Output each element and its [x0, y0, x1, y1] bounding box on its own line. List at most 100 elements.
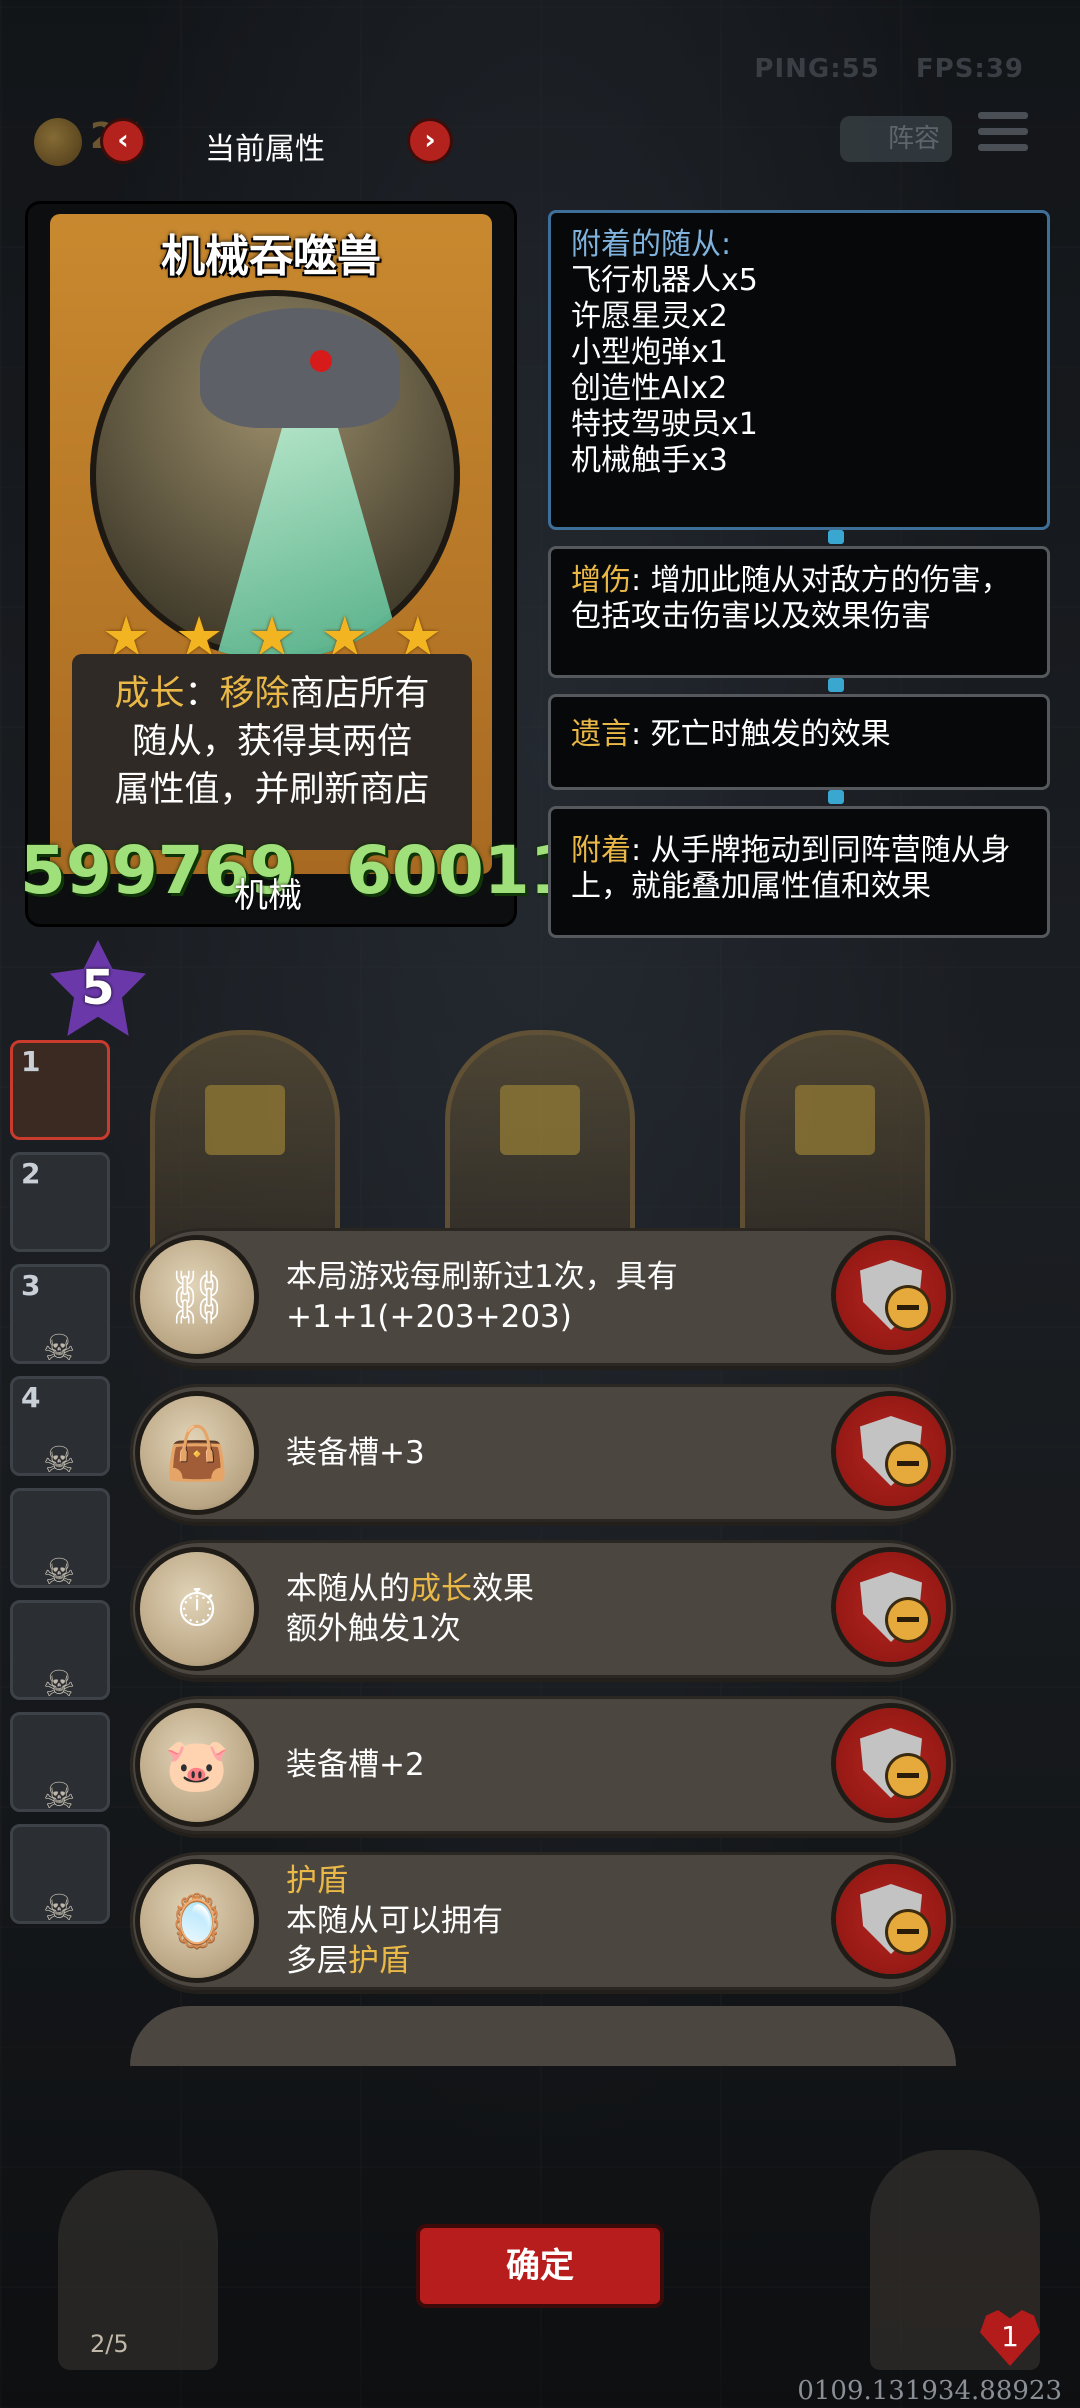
tier-slot[interactable]: ☠ [10, 1712, 110, 1817]
skull-icon: ☠ [43, 1552, 76, 1593]
unequip-button[interactable] [836, 1552, 946, 1662]
bag-icon: 👜 [140, 1396, 254, 1510]
ping-readout: PING:55 [754, 54, 880, 84]
keyword-name: 增伤 [571, 563, 631, 598]
unequip-button[interactable] [836, 1240, 946, 1350]
skull-icon: ☠ [43, 1776, 76, 1817]
mirror-icon: 🪞 [140, 1864, 254, 1978]
keyword-name: 遗言 [571, 717, 631, 752]
keyword-growth: 成长 [410, 1571, 472, 1607]
hero-health: 1 [1001, 2320, 1019, 2353]
equipment-text: 装备槽+2 [286, 1747, 425, 1783]
panel-title: 当前属性 [205, 132, 325, 167]
tier-number: 3 [21, 1269, 41, 1302]
panel-connector [828, 530, 844, 544]
keyword-desc: : 增加此随从对敌方的伤害， [631, 563, 1011, 598]
tier-number: 2 [21, 1157, 41, 1190]
keyword-desc: 包括攻击伤害以及效果伤害 [571, 599, 931, 634]
equipment-item: ⛓ 本局游戏每刷新过1次，具有 +1+1(+203+203) [130, 1228, 956, 1366]
chain-icon: ⛓ [140, 1240, 254, 1354]
equipment-item: ⏱ 本随从的成长效果 额外触发1次 [130, 1540, 956, 1678]
tier-slot[interactable]: 2 [10, 1152, 110, 1252]
equipment-text: 效果 [472, 1571, 534, 1607]
hand-slot [58, 2170, 218, 2370]
attached-item: 机械触手x3 [571, 443, 728, 478]
attached-heading: 附着的随从: [571, 227, 732, 262]
next-page-button[interactable]: › [410, 121, 450, 161]
equipment-text: 额外触发1次 [286, 1611, 461, 1647]
equipment-item: 🪞 护盾 本随从可以拥有 多层护盾 [130, 1852, 956, 1990]
tavern-level: 5 [81, 960, 115, 1016]
tier-number: 1 [21, 1045, 41, 1078]
equipment-text: 本随从的 [286, 1571, 410, 1607]
attached-item: 飞行机器人x5 [571, 263, 758, 298]
confirm-button[interactable]: 确定 [420, 2228, 660, 2304]
card-name: 机械吞噬兽 [161, 231, 381, 282]
effect-line1: 商店所有 [289, 674, 430, 714]
prev-page-button[interactable]: ‹ [103, 121, 143, 161]
attached-item: 小型炮弹x1 [571, 335, 728, 370]
keyword-shield: 护盾 [348, 1943, 410, 1979]
minus-icon [888, 1912, 928, 1952]
hand-count: 2/5 [90, 2330, 129, 2358]
pig-icon: 🐷 [140, 1708, 254, 1822]
card-effect-text: 成长：移除商店所有 随从，获得其两倍 属性值，并刷新商店 [72, 654, 472, 850]
tier-slot[interactable]: ☠ [10, 1824, 110, 1929]
tier-slot[interactable]: 1 [10, 1040, 110, 1140]
network-stats: PING:55 FPS:39 [728, 54, 1024, 84]
minus-icon [888, 1600, 928, 1640]
chevron-right-icon: › [424, 123, 436, 156]
keyword-panel-attach: 附着: 从手牌拖动到同阵营随从身 上，就能叠加属性值和效果 [548, 806, 1050, 938]
chevron-left-icon: ‹ [117, 123, 129, 156]
race-label: 机械 [234, 876, 302, 916]
keyword-desc: : 死亡时触发的效果 [631, 717, 891, 752]
equipment-text: 本局游戏每刷新过1次，具有 [286, 1259, 678, 1295]
minus-icon [888, 1288, 928, 1328]
unequip-button[interactable] [836, 1708, 946, 1818]
equipment-text: 装备槽+3 [286, 1435, 425, 1471]
skull-icon: ☠ [43, 1328, 76, 1369]
attached-item: 创造性AIx2 [571, 371, 728, 406]
effect-line3: 属性值，并刷新商店 [114, 770, 430, 810]
keyword-shield: 护盾 [286, 1863, 348, 1899]
panel-connector [828, 678, 844, 692]
lineup-button[interactable]: 阵容 [840, 116, 952, 162]
stopwatch-icon: ⏱ [140, 1552, 254, 1666]
gold-coin-icon [34, 118, 82, 166]
keyword-remove: 移除 [219, 674, 290, 714]
effect-sep: ： [184, 674, 220, 714]
keyword-name: 附着 [571, 833, 631, 868]
skull-icon: ☠ [43, 1440, 76, 1481]
fps-readout: FPS:39 [915, 54, 1024, 84]
mech-beast-art [200, 308, 400, 428]
keyword-growth: 成长 [114, 674, 185, 714]
attached-item: 特技驾驶员x1 [571, 407, 758, 442]
keyword-desc: : 从手牌拖动到同阵营随从身 [631, 833, 1011, 868]
tier-number: 4 [21, 1381, 41, 1414]
tier-slot[interactable]: ☠ [10, 1600, 110, 1705]
tier-slot[interactable]: 4 ☠ [10, 1376, 110, 1481]
equipment-item-partial [130, 2006, 956, 2066]
unequip-button[interactable] [836, 1396, 946, 1506]
keyword-desc: 上，就能叠加属性值和效果 [571, 869, 931, 904]
minus-icon [888, 1756, 928, 1796]
attached-minions-panel: 附着的随从: 飞行机器人x5 许愿星灵x2 小型炮弹x1 创造性AIx2 特技驾… [548, 210, 1050, 530]
equipment-item: 🐷 装备槽+2 [130, 1696, 956, 1834]
menu-icon[interactable] [978, 112, 1028, 158]
tier-slot[interactable]: ☠ [10, 1488, 110, 1593]
panel-connector [828, 790, 844, 804]
build-version: 0109.131934.88923 [797, 2376, 1062, 2406]
keyword-panel-damage: 增伤: 增加此随从对敌方的伤害， 包括攻击伤害以及效果伤害 [548, 546, 1050, 678]
keyword-panel-deathrattle: 遗言: 死亡时触发的效果 [548, 694, 1050, 790]
minus-icon [888, 1444, 928, 1484]
attached-item: 许愿星灵x2 [571, 299, 728, 334]
skull-icon: ☠ [43, 1888, 76, 1929]
equipment-text: 多层 [286, 1943, 348, 1979]
tier-slot[interactable]: 3 ☠ [10, 1264, 110, 1369]
effect-line2: 随从，获得其两倍 [131, 722, 412, 762]
equipment-text: 本随从可以拥有 [286, 1903, 503, 1939]
equipment-item: 👜 装备槽+3 [130, 1384, 956, 1522]
unequip-button[interactable] [836, 1864, 946, 1974]
minion-card: 机械吞噬兽 ★ ★ ★ ★ ★ 成长：移除商店所有 随从，获得其两倍 属性值，并… [20, 204, 622, 924]
equipment-text: +1+1(+203+203) [286, 1299, 572, 1335]
